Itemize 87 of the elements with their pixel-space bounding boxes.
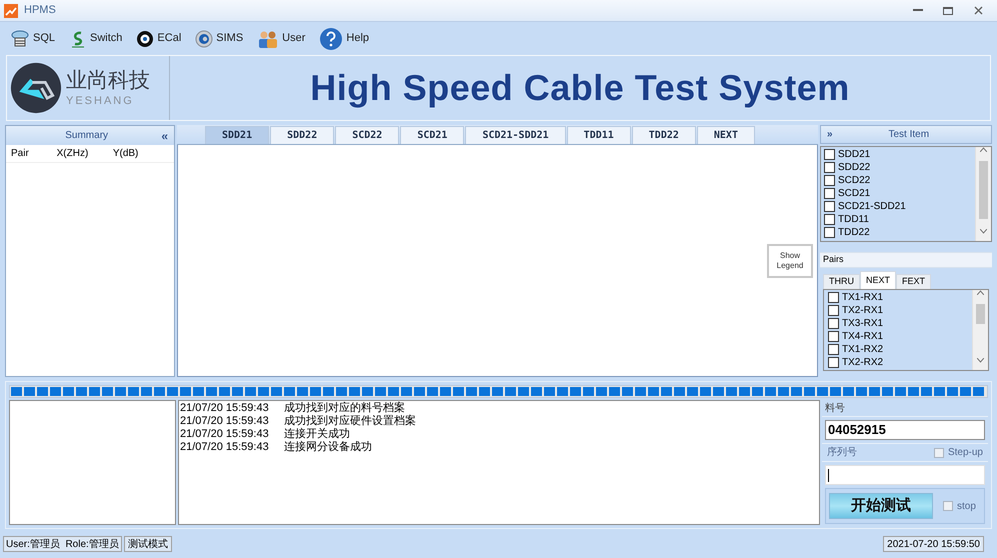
toolbar-button[interactable]: SQL [10, 30, 56, 48]
checkbox[interactable] [828, 292, 839, 303]
chart-tab[interactable]: TDD11 [566, 126, 631, 144]
checkbox[interactable] [828, 357, 839, 368]
part-number-label: 料号 [825, 402, 845, 416]
step-up-label: Step-up [948, 446, 983, 460]
chart-tab[interactable]: SCD22 [335, 126, 400, 144]
scrollbar[interactable] [975, 147, 991, 241]
server-cloud-icon [10, 30, 30, 48]
help-icon [319, 26, 344, 50]
gear-icon [195, 30, 214, 48]
collapse-button[interactable]: « [161, 126, 168, 144]
status-user: User:管理员 Role:管理员 [3, 536, 122, 552]
part-number-field[interactable]: 04052915 [825, 420, 985, 440]
stop-label: stop [957, 500, 976, 514]
pairs-tab[interactable]: FEXT [896, 274, 932, 289]
start-test-button[interactable]: 开始测试 [829, 493, 933, 519]
pair-label: TX3-RX1 [842, 317, 884, 331]
column-header: X(ZHz) [56, 147, 90, 161]
log-message: 成功找到对应的料号档案 [284, 400, 405, 414]
log-message: 连接开关成功 [284, 426, 350, 440]
logo-name: 业尚科技 [66, 68, 150, 94]
status-mode: 测试模式 [124, 536, 172, 552]
chart-tab[interactable]: SCD21 [400, 126, 464, 144]
chart-tab[interactable]: NEXT [696, 126, 755, 144]
chart-tab[interactable]: SDD22 [270, 126, 334, 144]
checkbox[interactable] [824, 149, 835, 160]
status-time: 2021-07-20 15:59:50 [883, 536, 984, 552]
chart-tab[interactable]: TDD22 [632, 126, 696, 144]
test-item-title: Test Item [887, 128, 930, 142]
app-icon [4, 4, 18, 18]
chart-tab[interactable]: SDD21 [205, 126, 270, 144]
logo-latin: YESHANG [66, 94, 134, 108]
checkbox[interactable] [934, 448, 944, 458]
log-time: 21/07/20 15:59:43 [180, 440, 270, 456]
pair-label: TX2-RX2 [842, 356, 884, 370]
pair-label: TX4-RX1 [842, 330, 884, 344]
log-time: 21/07/20 15:59:43 [180, 414, 270, 429]
show-legend-button[interactable]: Show Legend [767, 244, 813, 278]
log-time: 21/07/20 15:59:43 [180, 401, 270, 416]
column-header: Y(dB) [112, 147, 140, 161]
checkbox[interactable] [824, 162, 835, 173]
test-item-label: SCD22 [838, 174, 870, 188]
toolbar-button[interactable]: SIMS [195, 30, 244, 48]
summary-title: Summary [64, 129, 110, 143]
checkbox[interactable] [828, 331, 839, 342]
checkbox[interactable] [828, 318, 839, 329]
pair-label: TX1-RX2 [842, 343, 884, 357]
test-item-label: TDD11 [838, 213, 869, 227]
checkbox[interactable] [828, 305, 839, 316]
toolbar-button[interactable]: User [257, 30, 306, 48]
serial-field[interactable] [825, 465, 985, 485]
log-message: 连接网分设备成功 [284, 440, 372, 456]
scroll-thumb[interactable] [976, 304, 985, 324]
checkbox[interactable] [828, 344, 839, 355]
chart-tab[interactable]: SCD21-SDD21 [465, 126, 566, 144]
pairs-title: Pairs [823, 253, 844, 266]
checkbox[interactable] [943, 501, 953, 511]
log-message: 成功找到对应硬件设置档案 [284, 414, 416, 428]
column-header: Pair [11, 147, 30, 161]
toolbar-button[interactable]: ECal [136, 30, 182, 48]
checkbox[interactable] [824, 227, 835, 238]
test-item-label: TDD22 [838, 226, 870, 240]
test-item-label: SCD21 [838, 187, 870, 201]
toolbar-button[interactable]: Switch [69, 30, 122, 48]
log-time: 21/07/20 15:59:43 [180, 427, 270, 442]
checkbox[interactable] [824, 175, 835, 186]
serial-label: 序列号 [827, 446, 858, 460]
scroll-thumb[interactable] [979, 161, 988, 219]
checkbox[interactable] [824, 188, 835, 199]
test-item-label: SDD22 [838, 161, 870, 175]
dial-icon [136, 30, 154, 48]
pair-label: TX1-RX1 [842, 291, 884, 305]
test-item-label: SCD21-SDD21 [838, 200, 906, 214]
scrollbar[interactable] [972, 290, 988, 370]
pairs-tab[interactable]: THRU [823, 274, 860, 289]
pair-label: TX2-RX1 [842, 304, 884, 318]
logo-icon [10, 62, 62, 114]
banner-title: High Speed Cable Test System [310, 66, 850, 110]
window-title: HPMS [24, 3, 56, 18]
test-item-label: SDD21 [838, 148, 870, 162]
expand-button[interactable]: » [827, 127, 833, 142]
pairs-tab[interactable]: NEXT [860, 271, 896, 289]
checkbox[interactable] [824, 214, 835, 225]
users-icon [257, 30, 280, 48]
checkbox[interactable] [824, 201, 835, 212]
toolbar-button[interactable]: Help [319, 26, 370, 50]
